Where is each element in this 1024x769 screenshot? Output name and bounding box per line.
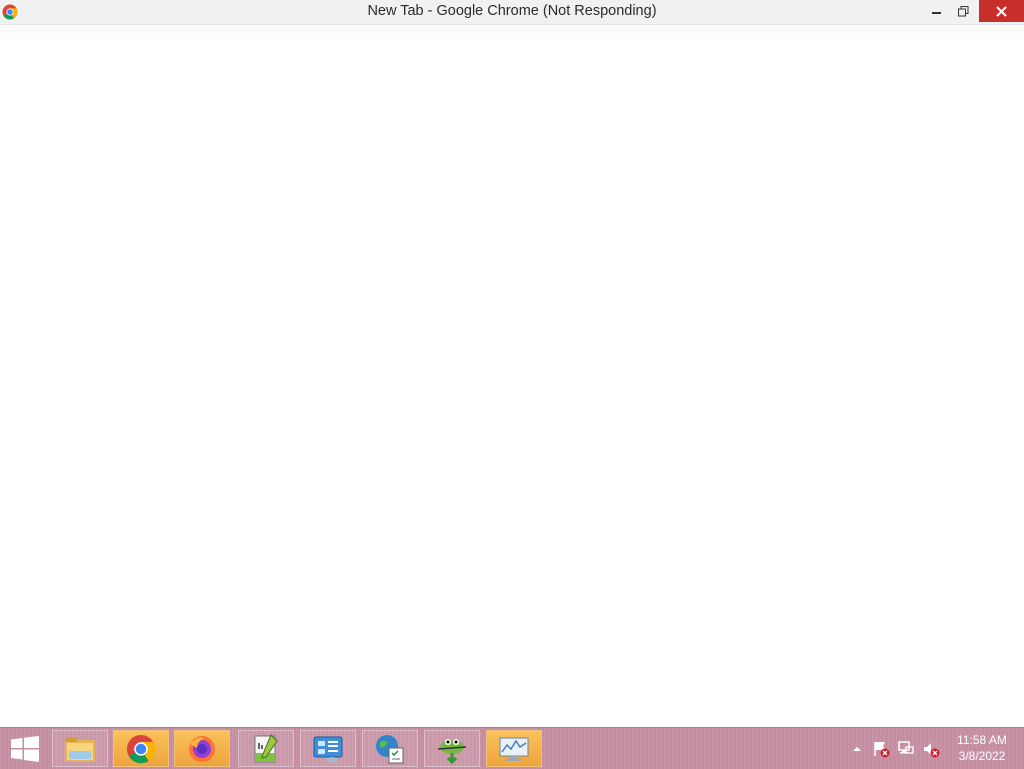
folder-icon	[65, 736, 95, 762]
network-tray-icon[interactable]	[895, 728, 917, 769]
internet-options-icon	[376, 734, 404, 763]
taskbar-performance-monitor[interactable]	[486, 730, 542, 767]
taskbar-firefox[interactable]	[174, 730, 230, 767]
monitor-icon	[499, 737, 529, 761]
start-button[interactable]	[0, 728, 50, 769]
network-icon	[898, 740, 914, 754]
close-icon	[996, 5, 1007, 17]
action-center-tray-icon[interactable]	[870, 728, 892, 769]
restore-icon	[957, 5, 968, 16]
restore-button[interactable]	[950, 0, 976, 22]
gecko-icon	[437, 738, 467, 764]
taskbar: 11:58 AM 3/8/2022	[0, 727, 1024, 769]
taskbar-chrome[interactable]	[113, 730, 169, 767]
notepadpp-icon	[254, 733, 278, 762]
firefox-icon	[189, 735, 215, 762]
taskbar-clock[interactable]: 11:58 AM 3/8/2022	[946, 732, 1018, 764]
taskbar-control-panel[interactable]	[300, 730, 356, 767]
show-hidden-icons-button[interactable]	[848, 728, 866, 769]
control-panel-icon	[313, 736, 343, 763]
chrome-icon	[126, 734, 156, 763]
browser-content-area[interactable]	[0, 25, 1024, 735]
taskbar-internet-options[interactable]	[362, 730, 418, 767]
close-button[interactable]	[979, 0, 1024, 22]
clock-time: 11:58 AM	[957, 733, 1007, 747]
taskbar-notepadpp[interactable]	[238, 730, 294, 767]
windows-logo-icon	[11, 735, 39, 762]
chevron-up-icon	[853, 746, 861, 751]
taskbar-file-explorer[interactable]	[52, 730, 108, 767]
volume-tray-icon[interactable]	[920, 728, 942, 769]
minimize-icon	[932, 12, 941, 14]
volume-muted-icon	[924, 742, 940, 757]
window-title-bar[interactable]: New Tab - Google Chrome (Not Responding)	[0, 0, 1024, 25]
window-title: New Tab - Google Chrome (Not Responding)	[367, 3, 657, 19]
action-center-flag-icon	[874, 741, 890, 757]
taskbar-gecko[interactable]	[424, 730, 480, 767]
clock-date: 3/8/2022	[958, 749, 1006, 763]
minimize-button[interactable]	[924, 0, 950, 22]
